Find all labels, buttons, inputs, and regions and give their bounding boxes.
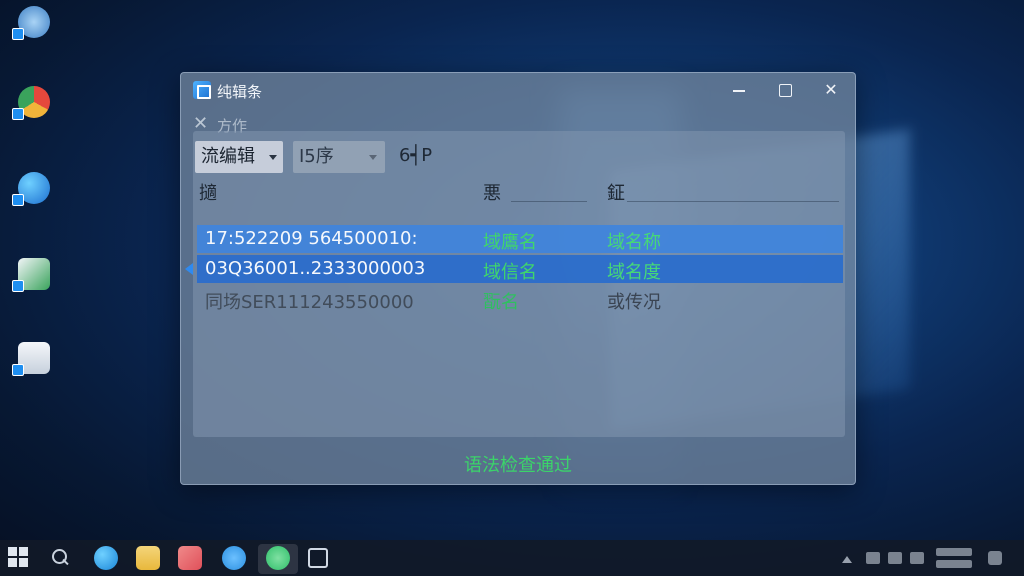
header-divider — [511, 201, 587, 202]
shortcut-badge-icon — [12, 280, 24, 292]
chevron-down-icon — [269, 155, 277, 160]
table-row[interactable]: 同场SER111243550000 翫名 或传况 — [197, 285, 843, 313]
clock-time[interactable] — [936, 548, 972, 556]
desktop-icon-file[interactable] — [8, 342, 60, 406]
cloud-app-icon[interactable] — [222, 546, 246, 570]
media-app-icon[interactable] — [178, 546, 202, 570]
taskbar — [0, 540, 1024, 576]
chat-app-icon[interactable] — [266, 546, 290, 570]
shortcut-badge-icon — [12, 364, 24, 376]
header-divider — [627, 201, 839, 202]
desktop-icon-chrome[interactable] — [8, 86, 60, 150]
file-explorer-icon[interactable] — [136, 546, 160, 570]
volume-icon[interactable] — [910, 552, 924, 564]
task-view-icon[interactable] — [308, 548, 328, 568]
content-panel: 流编辑 I5序 6┥P 擿 悪 鉦 17:522209 564500010: 域… — [185, 131, 845, 437]
shortcut-badge-icon — [12, 108, 24, 120]
row-pointer-icon — [185, 263, 193, 275]
mode-select-value: 流编辑 — [201, 146, 255, 167]
network-icon[interactable] — [888, 552, 902, 564]
size-select[interactable]: I5序 — [293, 141, 385, 173]
table-cell: 域名称 — [607, 232, 661, 253]
table-cell: 或传况 — [607, 292, 661, 313]
syntax-status: 语法检查通过 — [464, 455, 572, 476]
desktop-icon-edge[interactable] — [8, 172, 60, 236]
table-cell: 翫名 — [483, 292, 519, 313]
chevron-up-icon[interactable] — [842, 556, 852, 563]
edge-icon[interactable] — [94, 546, 118, 570]
column-header[interactable]: 悪 — [483, 179, 501, 205]
table-row[interactable]: 17:522209 564500010: 域鷹名 域名称 — [197, 225, 843, 253]
column-header[interactable]: 擿 — [199, 179, 217, 205]
table-cell: 域名度 — [607, 262, 661, 283]
shortcut-badge-icon — [12, 28, 24, 40]
shortcut-badge-icon — [12, 194, 24, 206]
window-title: 纯辑条 — [217, 83, 263, 101]
table-row[interactable]: 03Q36001..2333000003 域信名 域名度 — [185, 255, 843, 283]
clock-date[interactable] — [936, 560, 972, 568]
minimize-button[interactable] — [719, 77, 759, 103]
chevron-down-icon — [369, 155, 377, 160]
table-cell: 03Q36001..2333000003 — [205, 258, 426, 279]
start-button[interactable] — [8, 547, 30, 569]
table-cell: 同场SER111243550000 — [205, 292, 414, 313]
editor-window: 纯辑条 ✕ ✕ 方作 流编辑 I5序 6┥P 擿 悪 鉦 17:522209 5… — [180, 72, 856, 485]
maximize-button[interactable] — [765, 77, 805, 103]
app-icon — [193, 81, 211, 99]
mode-select[interactable]: 流编辑 — [195, 141, 283, 173]
title-bar[interactable]: 纯辑条 ✕ — [181, 73, 855, 107]
notification-icon[interactable] — [988, 551, 1002, 565]
desktop-icon-recycle-bin[interactable] — [8, 6, 60, 70]
column-header[interactable]: 鉦 — [607, 179, 625, 205]
search-button[interactable] — [48, 546, 72, 570]
close-button[interactable]: ✕ — [811, 77, 851, 103]
tray-app-icon[interactable] — [866, 552, 880, 564]
table-cell: 17:522209 564500010: — [205, 228, 418, 249]
desktop-icon-document-app[interactable] — [8, 258, 60, 322]
table-cell: 域信名 — [483, 262, 537, 283]
size-select-value: I5序 — [299, 146, 334, 167]
toolbar-meta-text: 6┥P — [399, 145, 433, 166]
table-cell: 域鷹名 — [483, 232, 537, 253]
